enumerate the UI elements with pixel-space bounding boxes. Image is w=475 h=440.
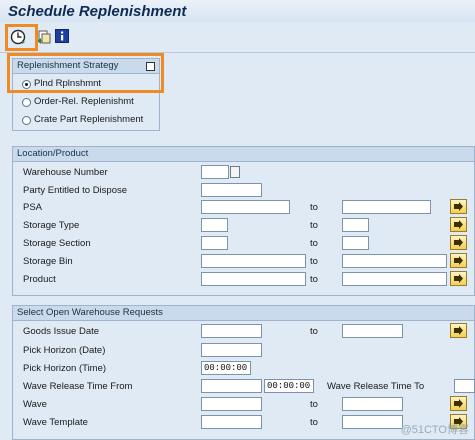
wave-release-from-time-input[interactable]: 00:00:00 xyxy=(264,379,314,393)
storage-section-to-label: to xyxy=(310,238,318,249)
get-variant-icon[interactable] xyxy=(36,29,52,45)
goods-issue-date-to-label: to xyxy=(310,326,318,337)
psa-to-input[interactable] xyxy=(342,200,431,214)
radio-label-order-rel: Order-Rel. Replenishmt xyxy=(34,96,134,107)
product-label: Product xyxy=(23,274,56,285)
party-entitled-label: Party Entitled to Dispose xyxy=(23,185,128,196)
pick-horizon-time-label: Pick Horizon (Time) xyxy=(23,363,107,374)
storage-bin-from-input[interactable] xyxy=(201,254,306,268)
storage-section-multiple-selection-button[interactable] xyxy=(450,235,467,250)
product-from-input[interactable] xyxy=(201,272,306,286)
goods-issue-date-label: Goods Issue Date xyxy=(23,326,100,337)
radio-label-crate-part: Crate Part Replenishment xyxy=(34,114,144,125)
wave-from-input[interactable] xyxy=(201,397,262,411)
storage-type-to-input[interactable] xyxy=(342,218,369,232)
pick-horizon-date-label: Pick Horizon (Date) xyxy=(23,345,106,356)
storage-type-label: Storage Type xyxy=(23,220,80,231)
storage-type-from-input[interactable] xyxy=(201,218,228,232)
wave-template-label: Wave Template xyxy=(23,417,88,428)
wave-template-from-input[interactable] xyxy=(201,415,262,429)
psa-from-input[interactable] xyxy=(201,200,290,214)
storage-bin-label: Storage Bin xyxy=(23,256,73,267)
storage-type-to-label: to xyxy=(310,220,318,231)
wave-label: Wave xyxy=(23,399,47,410)
wave-release-to-label: Wave Release Time To xyxy=(327,381,425,392)
requests-group-title: Select Open Warehouse Requests xyxy=(17,307,163,318)
psa-multiple-selection-button[interactable] xyxy=(450,199,467,214)
wave-template-to-label: to xyxy=(310,417,318,428)
wave-to-label: to xyxy=(310,399,318,410)
warehouse-number-label: Warehouse Number xyxy=(23,167,108,178)
product-to-input[interactable] xyxy=(342,272,447,286)
storage-section-to-input[interactable] xyxy=(342,236,369,250)
storage-bin-to-input[interactable] xyxy=(342,254,447,268)
radio-crate-part[interactable] xyxy=(22,116,31,125)
psa-label: PSA xyxy=(23,202,43,213)
wave-release-to-date-input[interactable] xyxy=(454,379,475,393)
goods-issue-date-to-input[interactable] xyxy=(342,324,403,338)
goods-issue-date-multiple-selection-button[interactable] xyxy=(450,323,467,338)
title-bar: Schedule Replenishment xyxy=(0,0,475,22)
pick-horizon-time-input[interactable]: 00:00:00 xyxy=(201,361,251,375)
psa-to-label: to xyxy=(310,202,318,213)
storage-type-multiple-selection-button[interactable] xyxy=(450,217,467,232)
product-multiple-selection-button[interactable] xyxy=(450,271,467,286)
location-group-title: Location/Product xyxy=(17,148,89,159)
storage-section-label: Storage Section xyxy=(23,238,91,249)
wave-template-to-input[interactable] xyxy=(342,415,403,429)
radio-order-rel[interactable] xyxy=(22,98,31,107)
storage-section-from-input[interactable] xyxy=(201,236,228,250)
strategy-highlight xyxy=(7,53,164,93)
storage-bin-multiple-selection-button[interactable] xyxy=(450,253,467,268)
wave-to-input[interactable] xyxy=(342,397,403,411)
watermark: @51CTO博客 xyxy=(400,424,469,436)
goods-issue-date-from-input[interactable] xyxy=(201,324,262,338)
storage-bin-to-label: to xyxy=(310,256,318,267)
warehouse-number-input[interactable] xyxy=(201,165,229,179)
page-title: Schedule Replenishment xyxy=(8,3,187,20)
search-help-icon[interactable] xyxy=(230,166,240,178)
requests-group-header: Select Open Warehouse Requests xyxy=(13,306,474,321)
toolbar xyxy=(0,22,475,53)
party-entitled-input[interactable] xyxy=(201,183,262,197)
product-to-label: to xyxy=(310,274,318,285)
pick-horizon-date-input[interactable] xyxy=(201,343,262,357)
wave-release-from-date-input[interactable] xyxy=(201,379,262,393)
location-group-header: Location/Product xyxy=(13,147,474,162)
wave-multiple-selection-button[interactable] xyxy=(450,396,467,411)
wave-release-from-label: Wave Release Time From xyxy=(23,381,133,392)
execute-highlight xyxy=(5,24,38,51)
info-icon[interactable] xyxy=(55,29,71,45)
